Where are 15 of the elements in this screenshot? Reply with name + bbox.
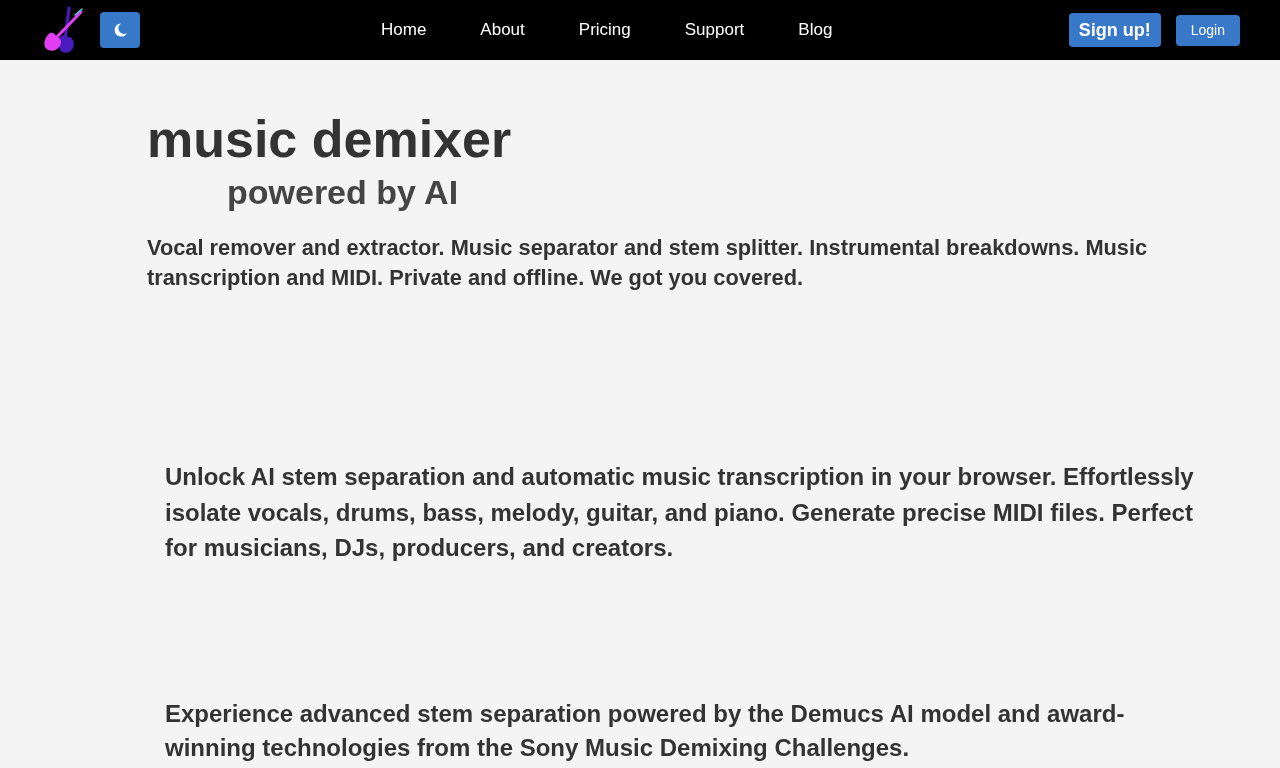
sign-up-button[interactable]: Sign up!: [1068, 13, 1161, 47]
description-text: Unlock AI stem separation and automatic music transcription in your browser. Effortlessly isolate vocals, drums, bass, melody, guitar, and piano. Generate precise MIDI files. Perfect for musicians, DJs, producers, and creators.: [165, 462, 1195, 563]
nav-link[interactable]: Support: [684, 20, 745, 40]
nav-link[interactable]: Pricing: [578, 20, 631, 40]
page-subtitle: powered by AI: [227, 172, 459, 212]
nav-link[interactable]: Home: [381, 20, 427, 40]
page-title: music demixer: [147, 109, 512, 170]
nav-link[interactable]: Blog: [798, 20, 833, 40]
tagline-text: Vocal remover and extractor. Music separator and stem splitter. Instrumental breakdowns. Music transcription and MIDI. Private and offline. We got you covered.: [147, 234, 1149, 292]
description-text: Experience advanced stem separation powered by the Demucs AI model and award-winning technologies from the Sony Music Demixing Challenges.: [165, 698, 1126, 763]
theme-toggle-button[interactable]: [100, 12, 140, 48]
guitar-logo-icon[interactable]: [42, 6, 84, 54]
moon-icon: [113, 23, 127, 37]
login-button[interactable]: Login: [1175, 14, 1240, 46]
nav-link[interactable]: About: [480, 20, 525, 40]
